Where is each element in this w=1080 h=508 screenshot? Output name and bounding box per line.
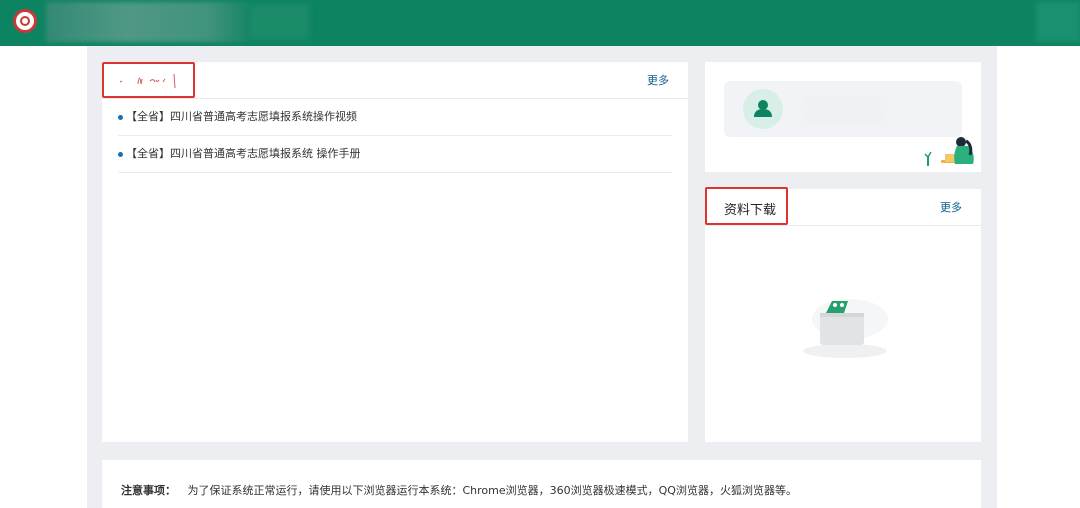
downloads-panel-header: 资料下载 更多	[705, 187, 981, 226]
notices-panel-header: 更多	[102, 62, 688, 99]
redacted-title-icon	[119, 73, 176, 89]
downloads-more-link[interactable]: 更多	[940, 199, 962, 215]
notices-more-link[interactable]: 更多	[647, 72, 669, 88]
site-title-redacted	[46, 2, 249, 42]
bullet-icon	[118, 152, 123, 157]
bullet-icon	[118, 115, 123, 120]
top-header	[0, 0, 1080, 46]
empty-box-icon	[803, 299, 888, 358]
user-card[interactable]	[724, 81, 962, 137]
notice-panel: 注意事项： 为了保证系统正常运行，请使用以下浏览器运行本系统：Chrome浏览器…	[102, 460, 981, 508]
site-title-redacted-tail	[249, 4, 309, 40]
avatar	[743, 89, 783, 129]
downloads-panel: 资料下载 更多	[705, 187, 981, 442]
notice-label: 注意事项：	[121, 484, 176, 497]
user-panel	[705, 62, 981, 172]
browser-notice: 注意事项： 为了保证系统正常运行，请使用以下浏览器运行本系统：Chrome浏览器…	[121, 482, 797, 498]
list-item[interactable]: 【全省】四川省普通高考志愿填报系统 操作手册	[118, 136, 672, 173]
list-item-label: 【全省】四川省普通高考志愿填报系统 操作手册	[126, 147, 361, 160]
notices-panel: 更多 【全省】四川省普通高考志愿填报系统操作视频 【全省】四川省普通高考志愿填报…	[102, 62, 688, 442]
user-name-redacted	[804, 95, 884, 123]
header-right-redacted	[1036, 2, 1080, 42]
emblem-icon[interactable]	[13, 9, 37, 33]
list-item[interactable]: 【全省】四川省普通高考志愿填报系统操作视频	[118, 99, 672, 136]
downloads-title: 资料下载	[724, 203, 777, 218]
list-item-label: 【全省】四川省普通高考志愿填报系统操作视频	[126, 110, 357, 123]
notice-text: 为了保证系统正常运行，请使用以下浏览器运行本系统：Chrome浏览器，360浏览…	[187, 484, 797, 497]
notices-list: 【全省】四川省普通高考志愿填报系统操作视频 【全省】四川省普通高考志愿填报系统 …	[102, 99, 688, 173]
user-icon	[754, 100, 772, 117]
person-laptop-icon	[924, 137, 974, 166]
